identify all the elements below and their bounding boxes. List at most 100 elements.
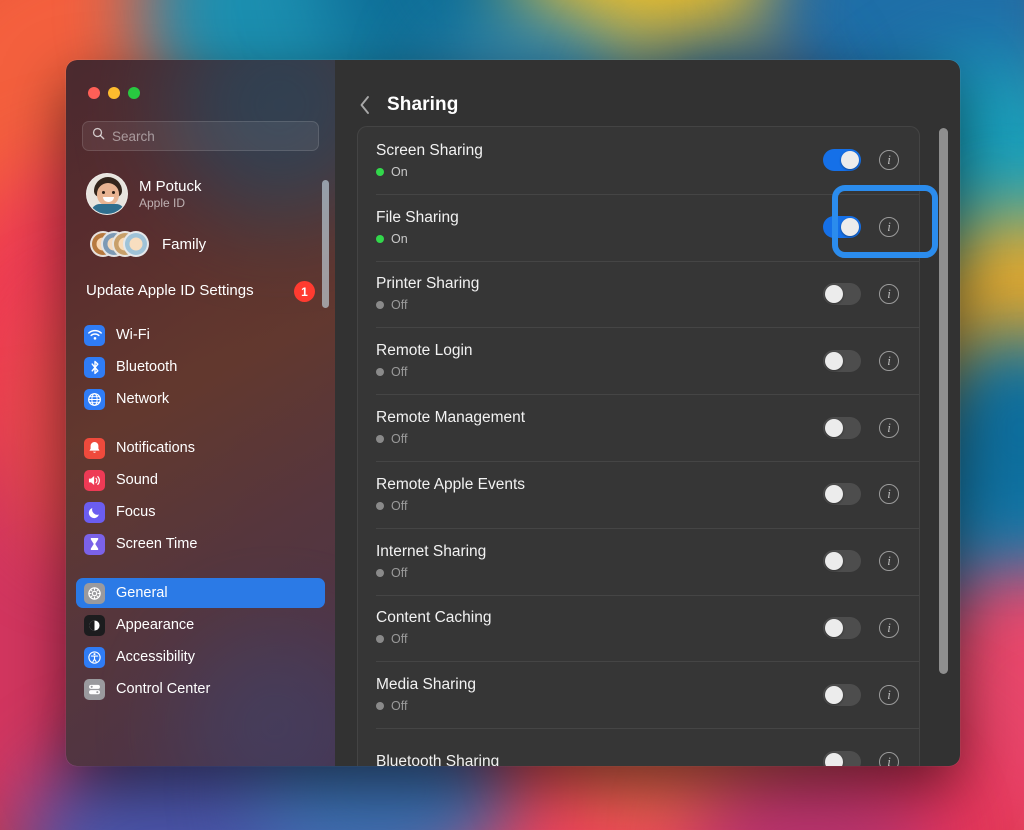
status-label: Off [391,365,407,379]
row-controls: i [823,149,899,171]
info-icon[interactable]: i [879,418,899,438]
status-dot [376,502,384,510]
bluetooth-sharing-toggle[interactable] [823,751,861,766]
row-controls: i [823,483,899,505]
info-icon[interactable]: i [879,685,899,705]
row-status: Off [376,566,823,580]
sidebar-item-appearance[interactable]: Appearance [76,610,325,640]
content-caching-toggle[interactable] [823,617,861,639]
info-icon[interactable]: i [879,284,899,304]
row-title: Content Caching [376,609,823,627]
row-title: Internet Sharing [376,543,823,561]
info-icon[interactable]: i [879,150,899,170]
update-apple-id-label: Update Apple ID Settings [86,282,254,301]
status-dot [376,702,384,710]
sidebar-item-screen-time[interactable]: Screen Time [76,529,325,559]
sidebar-item-label: Notifications [116,440,195,456]
hourglass-icon [84,534,105,555]
table-row[interactable]: Content Caching Off i [358,595,919,662]
sidebar-item-notifications[interactable]: Notifications [76,433,325,463]
table-row[interactable]: Media Sharing Off i [358,661,919,728]
remote-apple-events-toggle[interactable] [823,483,861,505]
status-dot [376,235,384,243]
row-status: Off [376,699,823,713]
table-row[interactable]: Printer Sharing Off i [358,261,919,328]
file-sharing-toggle[interactable] [823,216,861,238]
sidebar-scrollbar[interactable] [322,180,329,308]
info-icon[interactable]: i [879,551,899,571]
table-row[interactable]: Bluetooth Sharing i [358,728,919,766]
minimize-button[interactable] [108,87,120,99]
search-input[interactable] [112,129,309,144]
table-row[interactable]: Remote Apple Events Off i [358,461,919,528]
info-icon[interactable]: i [879,752,899,766]
info-icon[interactable]: i [879,484,899,504]
row-controls: i [823,350,899,372]
sidebar-item-label: General [116,585,168,601]
status-dot [376,435,384,443]
row-title: Bluetooth Sharing [376,753,823,766]
sidebar-item-network[interactable]: Network [76,384,325,414]
table-row[interactable]: Remote Login Off i [358,327,919,394]
sidebar-item-wi-fi[interactable]: Wi-Fi [76,320,325,350]
printer-sharing-toggle[interactable] [823,283,861,305]
zoom-button[interactable] [128,87,140,99]
row-title: File Sharing [376,209,823,227]
internet-sharing-toggle[interactable] [823,550,861,572]
close-button[interactable] [88,87,100,99]
table-row[interactable]: Internet Sharing Off i [358,528,919,595]
sidebar-item-label: Focus [116,504,156,520]
speaker-icon [84,470,105,491]
remote-management-toggle[interactable] [823,417,861,439]
row-controls: i [823,283,899,305]
sidebar-item-label: Screen Time [116,536,197,552]
row-text: Content Caching Off [376,609,823,646]
apple-id-account-row[interactable]: M Potuck Apple ID [82,170,321,218]
status-label: On [391,165,408,179]
status-dot [376,635,384,643]
row-status: On [376,232,823,246]
remote-login-toggle[interactable] [823,350,861,372]
sidebar-item-sound[interactable]: Sound [76,465,325,495]
content-scrollbar[interactable] [939,128,948,674]
screen-sharing-toggle[interactable] [823,149,861,171]
update-apple-id-settings-row[interactable]: Update Apple ID Settings 1 [82,279,321,304]
row-controls: i [823,617,899,639]
sidebar-item-label: Accessibility [116,649,195,665]
sidebar: M Potuck Apple ID Family Update Apple ID… [66,60,335,766]
row-title: Screen Sharing [376,142,823,160]
desktop-wallpaper: M Potuck Apple ID Family Update Apple ID… [0,0,1024,830]
table-row[interactable]: File Sharing On i [358,194,919,261]
row-status: Off [376,432,823,446]
status-label: Off [391,699,407,713]
info-icon[interactable]: i [879,351,899,371]
media-sharing-toggle[interactable] [823,684,861,706]
wifi-icon [84,325,105,346]
avatar [86,173,128,215]
account-name: M Potuck [139,178,202,196]
info-icon[interactable]: i [879,217,899,237]
sidebar-item-accessibility[interactable]: Accessibility [76,642,325,672]
sidebar-item-label: Sound [116,472,158,488]
sidebar-item-control-center[interactable]: Control Center [76,674,325,704]
row-status: Off [376,365,823,379]
sidebar-item-focus[interactable]: Focus [76,497,325,527]
info-icon[interactable]: i [879,618,899,638]
notification-badge: 1 [294,281,315,302]
gear-icon [84,583,105,604]
family-row[interactable]: Family [86,227,321,261]
sidebar-item-general[interactable]: General [76,578,325,608]
table-row[interactable]: Remote Management Off i [358,394,919,461]
sidebar-item-label: Bluetooth [116,359,177,375]
status-label: Off [391,499,407,513]
sidebar-item-bluetooth[interactable]: Bluetooth [76,352,325,382]
family-label: Family [162,236,206,253]
status-dot [376,368,384,376]
row-text: Media Sharing Off [376,676,823,713]
back-button[interactable] [359,95,371,115]
table-row[interactable]: Screen Sharing On i [358,127,919,194]
row-status: Off [376,298,823,312]
search-field[interactable] [82,121,319,151]
bluetooth-icon [84,357,105,378]
sharing-services-card: Screen Sharing On i File Sharing [357,126,920,766]
